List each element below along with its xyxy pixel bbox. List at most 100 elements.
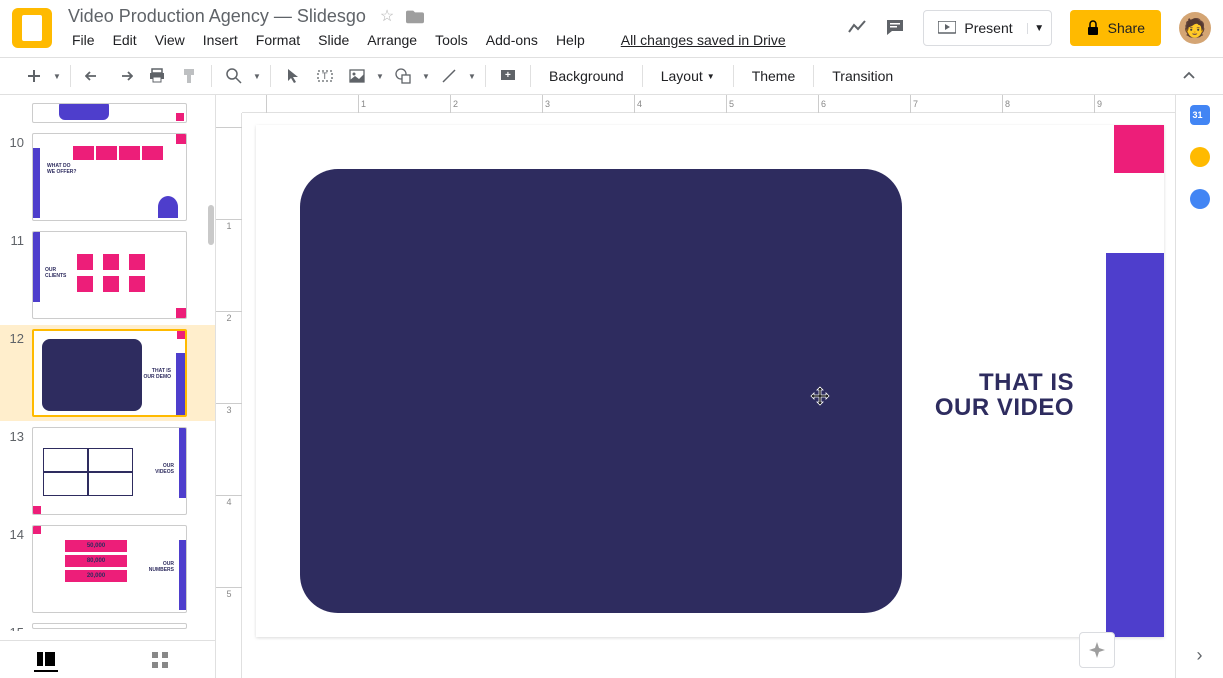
slide-thumb-13[interactable]: 13 OUR VIDEOS (0, 423, 215, 519)
slide-thumb-14[interactable]: 14 50,000 80,000 20,000 OUR NUMBERS (0, 521, 215, 617)
ruler-horizontal[interactable]: 1 2 3 4 5 6 7 8 9 (242, 95, 1175, 113)
menubar: File Edit View Insert Format Slide Arran… (64, 28, 794, 52)
undo-button[interactable] (79, 62, 107, 90)
background-button[interactable]: Background (539, 64, 634, 88)
shape-tool[interactable] (389, 62, 417, 90)
hide-sidepanel-icon[interactable]: › (1197, 645, 1203, 666)
slide-number: 10 (6, 133, 32, 221)
slide-thumb-11[interactable]: 11 OUR CLIENTS (0, 227, 215, 323)
scrollbar-handle[interactable] (208, 205, 214, 245)
line-dropdown[interactable]: ▼ (467, 72, 477, 81)
slide-thumb-10[interactable]: 10 WHAT DO WE OFFER? (0, 129, 215, 225)
slides-logo[interactable] (12, 8, 52, 48)
separator (813, 65, 814, 87)
present-button[interactable]: Present ▼ (923, 10, 1051, 46)
thumb-stat: 50,000 (65, 540, 127, 552)
keep-icon[interactable] (1190, 147, 1210, 167)
present-dropdown[interactable]: ▼ (1027, 23, 1051, 34)
thumb-text: OUR CLIENTS (45, 268, 66, 279)
menu-insert[interactable]: Insert (195, 28, 246, 52)
ruler-tick: 7 (910, 95, 918, 113)
thumb-text: THAT IS OUR DEMO (144, 369, 172, 380)
layout-button[interactable]: Layout▼ (651, 64, 725, 88)
comments-icon[interactable] (885, 18, 905, 38)
shape-pink-square[interactable] (1114, 125, 1164, 173)
redo-button[interactable] (111, 62, 139, 90)
ruler-vertical[interactable]: 1 2 3 4 5 (216, 113, 242, 678)
image-tool[interactable] (343, 62, 371, 90)
filmstrip-view-icon[interactable] (34, 648, 58, 672)
thumb-stat: 20,000 (65, 570, 127, 582)
toolbar: ▼ ▼ T ▼ ▼ ▼ + Background Layout▼ Theme T… (0, 57, 1223, 95)
slide-number: 14 (6, 525, 32, 613)
shape-dropdown[interactable]: ▼ (421, 72, 431, 81)
tasks-icon[interactable] (1190, 189, 1210, 209)
new-slide-dropdown[interactable]: ▼ (52, 72, 62, 81)
filmstrip-panel[interactable]: 10 WHAT DO WE OFFER? 11 OUR CLIENTS (0, 95, 216, 678)
new-slide-button[interactable] (20, 62, 48, 90)
zoom-button[interactable] (220, 62, 248, 90)
print-button[interactable] (143, 62, 171, 90)
ruler-tick: 4 (634, 95, 642, 113)
calendar-icon[interactable] (1190, 105, 1210, 125)
ruler-tick: 5 (726, 95, 734, 113)
menu-help[interactable]: Help (548, 28, 593, 52)
menu-tools[interactable]: Tools (427, 28, 476, 52)
slide-number: 15 (6, 623, 32, 627)
activity-icon[interactable] (847, 18, 867, 38)
separator (733, 65, 734, 87)
theme-button[interactable]: Theme (742, 64, 806, 88)
textbox-tool[interactable]: T (311, 62, 339, 90)
document-title[interactable]: Video Production Agency — Slidesgo (64, 5, 370, 28)
slide-text[interactable]: THAT IS OUR VIDEO (935, 370, 1074, 420)
present-main[interactable]: Present (924, 20, 1026, 36)
line-tool[interactable] (435, 62, 463, 90)
title-block: Video Production Agency — Slidesgo ☆ Fil… (64, 4, 794, 52)
filmstrip-scrollbar[interactable] (207, 95, 215, 678)
grid-view-icon[interactable] (148, 648, 172, 672)
lock-icon (1086, 20, 1100, 36)
ruler-tick: 5 (216, 587, 242, 599)
explore-button[interactable] (1079, 632, 1115, 668)
menu-view[interactable]: View (147, 28, 193, 52)
canvas-area: 1 2 3 4 5 6 7 8 9 1 2 3 4 5 THAT IS OUR … (216, 95, 1175, 678)
thumb-text: WHAT DO WE OFFER? (47, 164, 76, 175)
separator (70, 65, 71, 87)
menu-arrange[interactable]: Arrange (359, 28, 425, 52)
ruler-tick (216, 127, 242, 129)
share-button[interactable]: Share (1070, 10, 1161, 46)
slide-thumb-9[interactable] (0, 99, 215, 127)
svg-text:T: T (322, 71, 328, 81)
menu-edit[interactable]: Edit (105, 28, 145, 52)
comment-button[interactable]: + (494, 62, 522, 90)
collapse-toolbar-icon[interactable] (1175, 62, 1203, 90)
slide-canvas[interactable]: THAT IS OUR VIDEO (256, 125, 1164, 637)
zoom-dropdown[interactable]: ▼ (252, 72, 262, 81)
transition-button[interactable]: Transition (822, 64, 903, 88)
menu-file[interactable]: File (64, 28, 103, 52)
side-panel: › (1175, 95, 1223, 678)
save-status[interactable]: All changes saved in Drive (613, 28, 794, 52)
ruler-tick: 1 (216, 219, 242, 231)
menu-addons[interactable]: Add-ons (478, 28, 546, 52)
menu-slide[interactable]: Slide (310, 28, 357, 52)
ruler-tick: 3 (216, 403, 242, 415)
image-dropdown[interactable]: ▼ (375, 72, 385, 81)
ruler-tick (266, 95, 269, 113)
ruler-tick: 4 (216, 495, 242, 507)
ruler-tick: 6 (818, 95, 826, 113)
header-bar: Video Production Agency — Slidesgo ☆ Fil… (0, 0, 1223, 57)
present-icon (938, 21, 956, 35)
shape-purple-bar[interactable] (1106, 253, 1164, 637)
star-icon[interactable]: ☆ (380, 6, 394, 26)
menu-format[interactable]: Format (248, 28, 308, 52)
move-folder-icon[interactable] (406, 8, 424, 24)
slide-thumb-12[interactable]: 12 THAT IS OUR DEMO (0, 325, 215, 421)
slide-thumb-15[interactable]: 15 (0, 619, 215, 631)
ruler-tick: 2 (216, 311, 242, 323)
title-row: Video Production Agency — Slidesgo ☆ (64, 4, 794, 28)
select-tool[interactable] (279, 62, 307, 90)
paint-format-button[interactable] (175, 62, 203, 90)
account-avatar[interactable]: 🧑 (1179, 12, 1211, 44)
separator (270, 65, 271, 87)
